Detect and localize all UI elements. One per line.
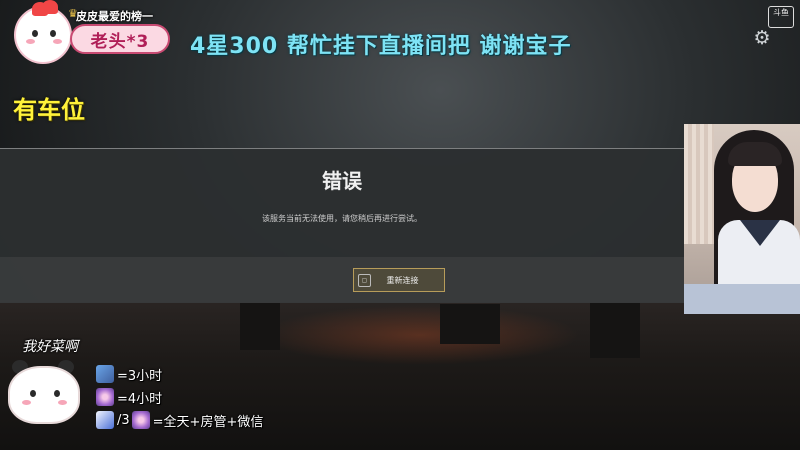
ruin-silhouette	[440, 304, 500, 344]
ruin-silhouette	[590, 302, 640, 358]
stream-banner: 4星300 帮忙挂下直播间把 谢谢宝子	[190, 34, 572, 59]
mascot-caption: 我好菜啊	[22, 339, 78, 355]
mascot-body	[8, 366, 80, 424]
cam-keyboard	[684, 284, 800, 314]
cam-curtain	[684, 124, 714, 244]
fire-glow	[260, 305, 580, 365]
rank-badge: ♛ 皮皮最爱的榜一 老头*3	[10, 0, 170, 70]
mascot-avatar	[14, 0, 72, 64]
rank-title: 皮皮最爱的榜一	[76, 10, 153, 23]
seat-notice: 有车位	[13, 96, 85, 124]
platform-logo: 斗鱼	[768, 6, 794, 28]
mascot-ear	[42, 0, 58, 14]
mascot-eye	[32, 30, 38, 37]
legend-text: =全天+房管+微信	[152, 414, 264, 430]
cam-bangs	[728, 142, 782, 166]
reconnect-label: 重新连接	[386, 275, 419, 285]
legend-row: =4小时	[96, 387, 162, 407]
reconnect-button[interactable]: ▢ 重新连接	[353, 268, 445, 292]
flower-gift-icon	[131, 411, 150, 429]
mascot-eye	[54, 390, 60, 397]
dialog-title: 错误	[322, 169, 362, 193]
ruin-silhouette	[240, 300, 280, 350]
rocket-gift-icon	[96, 411, 114, 429]
legend-row: =3小时	[96, 364, 162, 384]
gear-icon[interactable]: ⚙	[752, 28, 772, 48]
legend-text: =4小时	[117, 391, 163, 407]
legend-text: =3小时	[117, 368, 163, 384]
flower-gift-icon	[96, 388, 114, 406]
mascot-blush	[26, 39, 35, 44]
mascot-blush	[22, 400, 31, 405]
error-dialog: 错误 该服务当前无法使用，请您稍后再进行尝试。 ▢ 重新连接	[0, 148, 684, 303]
plane-gift-icon	[96, 365, 114, 383]
mascot-eye	[50, 30, 56, 37]
dialog-message: 该服务当前无法使用，请您稍后再进行尝试。	[262, 214, 422, 223]
mascot-blush	[58, 400, 67, 405]
mascot-face	[26, 26, 62, 50]
legend-row: /3 =全天+房管+微信	[96, 410, 263, 430]
mascot-sticker	[4, 360, 84, 428]
rank-name-pill: 老头*3	[70, 24, 170, 54]
dialog-footer: ▢ 重新连接	[0, 257, 684, 303]
mascot-eye	[30, 390, 36, 397]
mascot-blush	[53, 39, 62, 44]
webcam-feed	[684, 124, 800, 314]
legend-text: /3	[117, 412, 130, 428]
controller-key-icon: ▢	[358, 273, 371, 287]
rank-name: 老头*3	[90, 31, 150, 52]
